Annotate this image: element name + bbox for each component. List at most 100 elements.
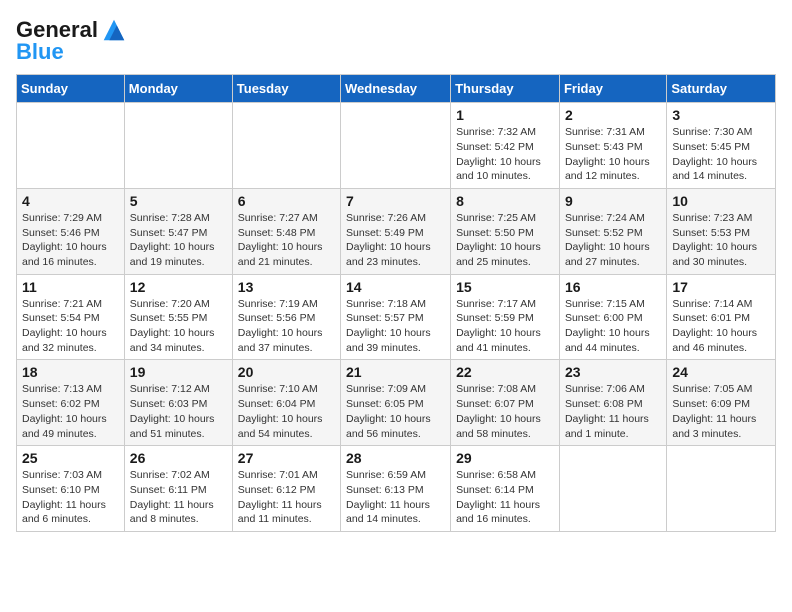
col-header-saturday: Saturday <box>667 75 776 103</box>
day-info: Sunrise: 6:58 AM Sunset: 6:14 PM Dayligh… <box>456 468 554 527</box>
day-info: Sunrise: 7:20 AM Sunset: 5:55 PM Dayligh… <box>130 297 227 356</box>
header-row: SundayMondayTuesdayWednesdayThursdayFrid… <box>17 75 776 103</box>
day-number: 4 <box>22 193 119 209</box>
day-info: Sunrise: 7:30 AM Sunset: 5:45 PM Dayligh… <box>672 125 770 184</box>
calendar-cell <box>232 103 340 189</box>
day-number: 2 <box>565 107 661 123</box>
col-header-friday: Friday <box>559 75 666 103</box>
calendar-cell <box>17 103 125 189</box>
day-number: 1 <box>456 107 554 123</box>
day-info: Sunrise: 6:59 AM Sunset: 6:13 PM Dayligh… <box>346 468 445 527</box>
day-info: Sunrise: 7:27 AM Sunset: 5:48 PM Dayligh… <box>238 211 335 270</box>
day-info: Sunrise: 7:12 AM Sunset: 6:03 PM Dayligh… <box>130 382 227 441</box>
calendar-cell: 27 Sunrise: 7:01 AM Sunset: 6:12 PM Dayli… <box>232 446 340 532</box>
day-info: Sunrise: 7:02 AM Sunset: 6:11 PM Dayligh… <box>130 468 227 527</box>
calendar-cell: 28 Sunrise: 6:59 AM Sunset: 6:13 PM Dayli… <box>341 446 451 532</box>
calendar-cell: 20 Sunrise: 7:10 AM Sunset: 6:04 PM Dayli… <box>232 360 340 446</box>
day-number: 27 <box>238 450 335 466</box>
day-info: Sunrise: 7:10 AM Sunset: 6:04 PM Dayligh… <box>238 382 335 441</box>
calendar-cell: 2 Sunrise: 7:31 AM Sunset: 5:43 PM Daylig… <box>559 103 666 189</box>
day-info: Sunrise: 7:24 AM Sunset: 5:52 PM Dayligh… <box>565 211 661 270</box>
week-row: 11Sunrise: 7:21 AM Sunset: 5:54 PM Dayli… <box>17 274 776 360</box>
calendar-cell: 29 Sunrise: 6:58 AM Sunset: 6:14 PM Dayli… <box>451 446 560 532</box>
day-info: Sunrise: 7:23 AM Sunset: 5:53 PM Dayligh… <box>672 211 770 270</box>
day-number: 26 <box>130 450 227 466</box>
day-info: Sunrise: 7:19 AM Sunset: 5:56 PM Dayligh… <box>238 297 335 356</box>
day-number: 14 <box>346 279 445 295</box>
calendar-cell: 13 Sunrise: 7:19 AM Sunset: 5:56 PM Dayli… <box>232 274 340 360</box>
week-row: 25Sunrise: 7:03 AM Sunset: 6:10 PM Dayli… <box>17 446 776 532</box>
calendar-cell: 19Sunrise: 7:12 AM Sunset: 6:03 PM Dayli… <box>124 360 232 446</box>
day-number: 6 <box>238 193 335 209</box>
calendar-cell: 9 Sunrise: 7:24 AM Sunset: 5:52 PM Daylig… <box>559 188 666 274</box>
calendar-cell: 11Sunrise: 7:21 AM Sunset: 5:54 PM Dayli… <box>17 274 125 360</box>
week-row: 18 Sunrise: 7:13 AM Sunset: 6:02 PM Dayli… <box>17 360 776 446</box>
day-info: Sunrise: 7:17 AM Sunset: 5:59 PM Dayligh… <box>456 297 554 356</box>
week-row: 1 Sunrise: 7:32 AM Sunset: 5:42 PM Daylig… <box>17 103 776 189</box>
day-info: Sunrise: 7:01 AM Sunset: 6:12 PM Dayligh… <box>238 468 335 527</box>
day-number: 9 <box>565 193 661 209</box>
day-info: Sunrise: 7:15 AM Sunset: 6:00 PM Dayligh… <box>565 297 661 356</box>
day-number: 20 <box>238 364 335 380</box>
calendar-cell: 23 Sunrise: 7:06 AM Sunset: 6:08 PM Dayli… <box>559 360 666 446</box>
day-number: 23 <box>565 364 661 380</box>
logo-icon <box>100 16 128 44</box>
col-header-tuesday: Tuesday <box>232 75 340 103</box>
day-number: 15 <box>456 279 554 295</box>
day-info: Sunrise: 7:03 AM Sunset: 6:10 PM Dayligh… <box>22 468 119 527</box>
day-number: 13 <box>238 279 335 295</box>
week-row: 4 Sunrise: 7:29 AM Sunset: 5:46 PM Daylig… <box>17 188 776 274</box>
day-number: 5 <box>130 193 227 209</box>
calendar-cell: 16 Sunrise: 7:15 AM Sunset: 6:00 PM Dayli… <box>559 274 666 360</box>
day-number: 29 <box>456 450 554 466</box>
calendar-cell: 17Sunrise: 7:14 AM Sunset: 6:01 PM Dayli… <box>667 274 776 360</box>
calendar-cell: 10 Sunrise: 7:23 AM Sunset: 5:53 PM Dayli… <box>667 188 776 274</box>
calendar-cell: 15 Sunrise: 7:17 AM Sunset: 5:59 PM Dayli… <box>451 274 560 360</box>
calendar-cell: 5 Sunrise: 7:28 AM Sunset: 5:47 PM Daylig… <box>124 188 232 274</box>
col-header-wednesday: Wednesday <box>341 75 451 103</box>
day-info: Sunrise: 7:26 AM Sunset: 5:49 PM Dayligh… <box>346 211 445 270</box>
day-number: 18 <box>22 364 119 380</box>
day-number: 21 <box>346 364 445 380</box>
day-number: 3 <box>672 107 770 123</box>
calendar-cell: 7Sunrise: 7:26 AM Sunset: 5:49 PM Daylig… <box>341 188 451 274</box>
calendar-cell: 18 Sunrise: 7:13 AM Sunset: 6:02 PM Dayli… <box>17 360 125 446</box>
day-info: Sunrise: 7:28 AM Sunset: 5:47 PM Dayligh… <box>130 211 227 270</box>
day-number: 28 <box>346 450 445 466</box>
logo-text-line2: Blue <box>16 40 64 64</box>
calendar-cell <box>559 446 666 532</box>
logo: General Blue <box>16 16 128 64</box>
col-header-thursday: Thursday <box>451 75 560 103</box>
calendar-cell: 14Sunrise: 7:18 AM Sunset: 5:57 PM Dayli… <box>341 274 451 360</box>
calendar-cell <box>341 103 451 189</box>
calendar-cell <box>124 103 232 189</box>
day-info: Sunrise: 7:21 AM Sunset: 5:54 PM Dayligh… <box>22 297 119 356</box>
calendar-cell: 8 Sunrise: 7:25 AM Sunset: 5:50 PM Daylig… <box>451 188 560 274</box>
day-info: Sunrise: 7:32 AM Sunset: 5:42 PM Dayligh… <box>456 125 554 184</box>
day-info: Sunrise: 7:06 AM Sunset: 6:08 PM Dayligh… <box>565 382 661 441</box>
day-info: Sunrise: 7:13 AM Sunset: 6:02 PM Dayligh… <box>22 382 119 441</box>
day-info: Sunrise: 7:14 AM Sunset: 6:01 PM Dayligh… <box>672 297 770 356</box>
day-info: Sunrise: 7:25 AM Sunset: 5:50 PM Dayligh… <box>456 211 554 270</box>
calendar-table: SundayMondayTuesdayWednesdayThursdayFrid… <box>16 74 776 532</box>
calendar-cell: 26 Sunrise: 7:02 AM Sunset: 6:11 PM Dayli… <box>124 446 232 532</box>
day-number: 16 <box>565 279 661 295</box>
day-number: 10 <box>672 193 770 209</box>
col-header-sunday: Sunday <box>17 75 125 103</box>
day-info: Sunrise: 7:29 AM Sunset: 5:46 PM Dayligh… <box>22 211 119 270</box>
calendar-cell: 1 Sunrise: 7:32 AM Sunset: 5:42 PM Daylig… <box>451 103 560 189</box>
day-info: Sunrise: 7:31 AM Sunset: 5:43 PM Dayligh… <box>565 125 661 184</box>
page-header: General Blue <box>16 16 776 64</box>
calendar-cell: 22 Sunrise: 7:08 AM Sunset: 6:07 PM Dayli… <box>451 360 560 446</box>
day-number: 8 <box>456 193 554 209</box>
calendar-cell: 12Sunrise: 7:20 AM Sunset: 5:55 PM Dayli… <box>124 274 232 360</box>
day-info: Sunrise: 7:09 AM Sunset: 6:05 PM Dayligh… <box>346 382 445 441</box>
calendar-cell: 3 Sunrise: 7:30 AM Sunset: 5:45 PM Daylig… <box>667 103 776 189</box>
day-number: 24 <box>672 364 770 380</box>
calendar-cell: 24 Sunrise: 7:05 AM Sunset: 6:09 PM Dayli… <box>667 360 776 446</box>
calendar-cell <box>667 446 776 532</box>
calendar-cell: 4 Sunrise: 7:29 AM Sunset: 5:46 PM Daylig… <box>17 188 125 274</box>
day-number: 22 <box>456 364 554 380</box>
day-info: Sunrise: 7:05 AM Sunset: 6:09 PM Dayligh… <box>672 382 770 441</box>
day-info: Sunrise: 7:08 AM Sunset: 6:07 PM Dayligh… <box>456 382 554 441</box>
